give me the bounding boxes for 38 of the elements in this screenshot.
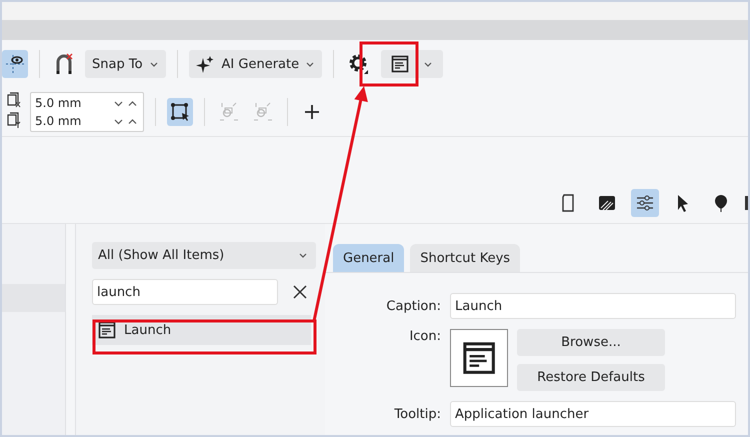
selection-cursor-icon xyxy=(170,102,190,122)
tab[interactable]: Shortcut Keys xyxy=(410,244,520,272)
form-button[interactable]: Restore Defaults xyxy=(517,364,665,391)
caption-field[interactable]: Launch xyxy=(450,293,736,319)
tooltip-field[interactable]: Application launcher xyxy=(450,401,736,427)
ai-generate-dropdown[interactable]: AI Generate xyxy=(188,50,322,78)
chevron-down-icon xyxy=(423,60,434,68)
shapes-link-icon xyxy=(219,102,239,122)
close-icon[interactable] xyxy=(292,284,308,300)
field-label: Icon: xyxy=(408,329,441,344)
window-icon xyxy=(391,55,410,73)
chevron-down-icon xyxy=(298,251,308,260)
sliders-icon xyxy=(635,193,655,213)
settings-icon xyxy=(348,53,370,75)
window-dropdown[interactable] xyxy=(381,50,444,78)
offset-spinbox[interactable]: 5.0 mm 5.0 mm xyxy=(30,92,144,132)
spin-value[interactable]: 5.0 mm xyxy=(35,114,82,128)
field-label: Tooltip: xyxy=(393,406,441,422)
eye-icon xyxy=(5,54,25,74)
window-icon xyxy=(462,341,496,375)
search-field[interactable]: launch xyxy=(92,279,278,305)
field-label: Caption: xyxy=(385,298,441,314)
guides-button[interactable] xyxy=(2,50,28,78)
sparkle-icon xyxy=(196,55,214,73)
plus-icon xyxy=(304,104,320,120)
snap-to-dropdown[interactable]: Snap To xyxy=(85,50,166,78)
filter-dropdown[interactable]: All (Show All Items) xyxy=(92,242,316,269)
chevron-down-icon xyxy=(305,60,316,68)
tab[interactable]: General xyxy=(333,244,404,272)
spin-value[interactable]: 5.0 mm xyxy=(35,96,82,110)
chevron-down-icon xyxy=(148,60,159,68)
select-tool-button[interactable] xyxy=(167,98,193,126)
magnet-icon xyxy=(54,53,74,75)
sliders-button[interactable] xyxy=(631,189,659,217)
highlight-frame xyxy=(360,42,418,86)
fill-icon xyxy=(597,193,617,213)
form-button[interactable]: Browse... xyxy=(517,329,665,356)
window-icon xyxy=(98,321,116,339)
